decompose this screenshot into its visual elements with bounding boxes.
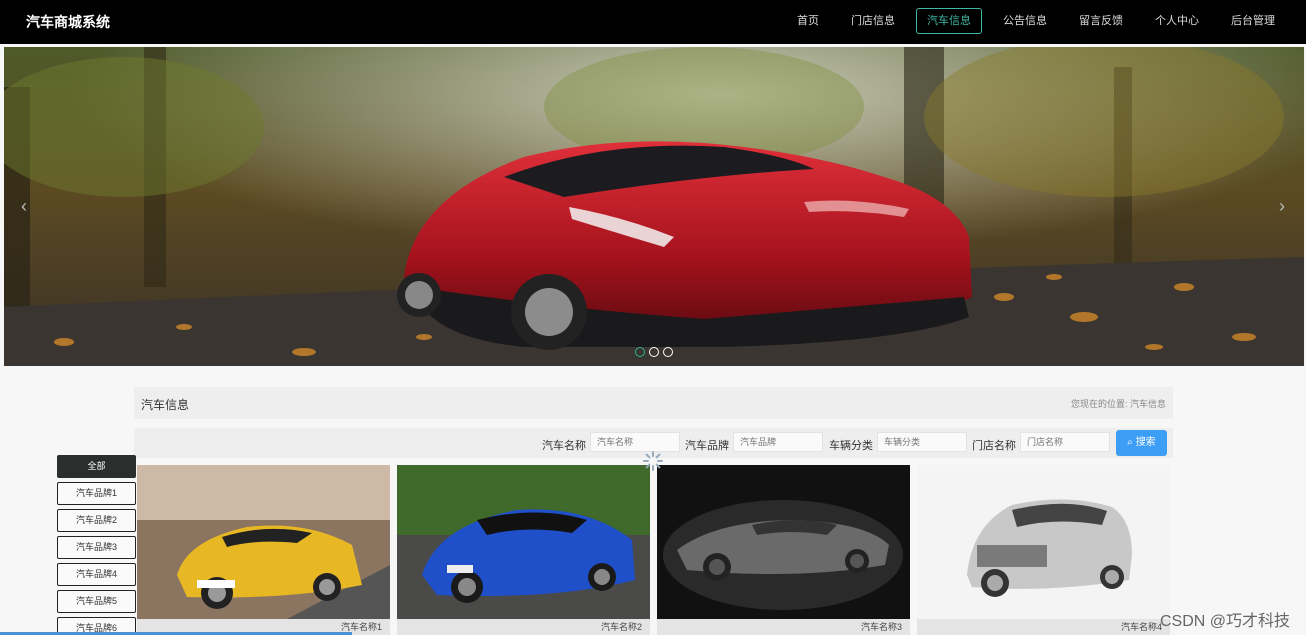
car-image	[917, 465, 1170, 619]
breadcrumb-current[interactable]: 汽车信息	[1130, 399, 1166, 409]
nav-notices[interactable]: 公告信息	[992, 8, 1058, 34]
carousel-prev-arrow-icon[interactable]: ‹	[14, 193, 34, 219]
banner-carousel: ‹ ›	[4, 47, 1304, 366]
car-name: 汽车名称4	[917, 619, 1170, 635]
nav-admin[interactable]: 后台管理	[1220, 8, 1286, 34]
car-category-input[interactable]	[877, 432, 967, 452]
nav-cars[interactable]: 汽车信息	[916, 8, 982, 34]
car-brand-input[interactable]	[733, 432, 823, 452]
car-name: 汽车名称2	[397, 619, 650, 635]
car-brand-label: 汽车品牌	[685, 440, 729, 452]
breadcrumb-prefix: 您现在的位置:	[1070, 399, 1128, 409]
car-card[interactable]: 汽车名称1	[137, 465, 390, 635]
top-navbar: 汽车商城系统 首页 门店信息 汽车信息 公告信息 留言反馈 个人中心 后台管理	[0, 0, 1306, 44]
brand-filter-item[interactable]: 汽车品牌1	[57, 482, 136, 505]
brand-filter-item[interactable]: 汽车品牌5	[57, 590, 136, 613]
car-card[interactable]: 汽车名称4	[917, 465, 1170, 635]
car-category-label: 车辆分类	[829, 440, 873, 452]
search-button-label: 搜索	[1135, 437, 1156, 448]
nav-feedback[interactable]: 留言反馈	[1068, 8, 1134, 34]
car-name: 汽车名称3	[657, 619, 910, 635]
car-card[interactable]: 汽车名称2	[397, 465, 650, 635]
car-image	[657, 465, 910, 619]
store-name-label: 门店名称	[972, 440, 1016, 452]
nav-profile[interactable]: 个人中心	[1144, 8, 1210, 34]
breadcrumb: 您现在的位置: 汽车信息	[1071, 397, 1166, 410]
nav-stores[interactable]: 门店信息	[840, 8, 906, 34]
brand-filter-sidebar: 全部 汽车品牌1 汽车品牌2 汽车品牌3 汽车品牌4 汽车品牌5 汽车品牌6	[57, 455, 136, 635]
brand-filter-item[interactable]: 汽车品牌2	[57, 509, 136, 532]
car-name-label: 汽车名称	[542, 440, 586, 452]
carousel-dot-1[interactable]	[635, 347, 645, 357]
search-button[interactable]: ⌕ 搜索	[1116, 430, 1167, 456]
car-image	[397, 465, 650, 619]
banner-red-sports-car-image	[4, 47, 1304, 366]
site-brand[interactable]: 汽车商城系统	[26, 12, 110, 32]
search-icon: ⌕	[1127, 437, 1133, 448]
store-name-input[interactable]	[1020, 432, 1110, 452]
car-name-input[interactable]	[590, 432, 680, 452]
car-image	[137, 465, 390, 619]
nav-home[interactable]: 首页	[786, 8, 830, 34]
carousel-dot-3[interactable]	[663, 347, 673, 357]
main-nav: 首页 门店信息 汽车信息 公告信息 留言反馈 个人中心 后台管理	[786, 8, 1306, 34]
brand-filter-all[interactable]: 全部	[57, 455, 136, 478]
carousel-indicators	[635, 347, 673, 357]
brand-filter-item[interactable]: 汽车品牌3	[57, 536, 136, 559]
carousel-dot-2[interactable]	[649, 347, 659, 357]
brand-filter-item[interactable]: 汽车品牌4	[57, 563, 136, 586]
section-title: 汽车信息	[141, 398, 190, 412]
carousel-next-arrow-icon[interactable]: ›	[1272, 193, 1292, 219]
loading-spinner-icon	[643, 451, 663, 471]
section-header: 汽车信息 您现在的位置: 汽车信息	[134, 387, 1173, 419]
car-card[interactable]: 汽车名称3	[657, 465, 910, 635]
watermark: CSDN @巧才科技	[1159, 613, 1290, 630]
